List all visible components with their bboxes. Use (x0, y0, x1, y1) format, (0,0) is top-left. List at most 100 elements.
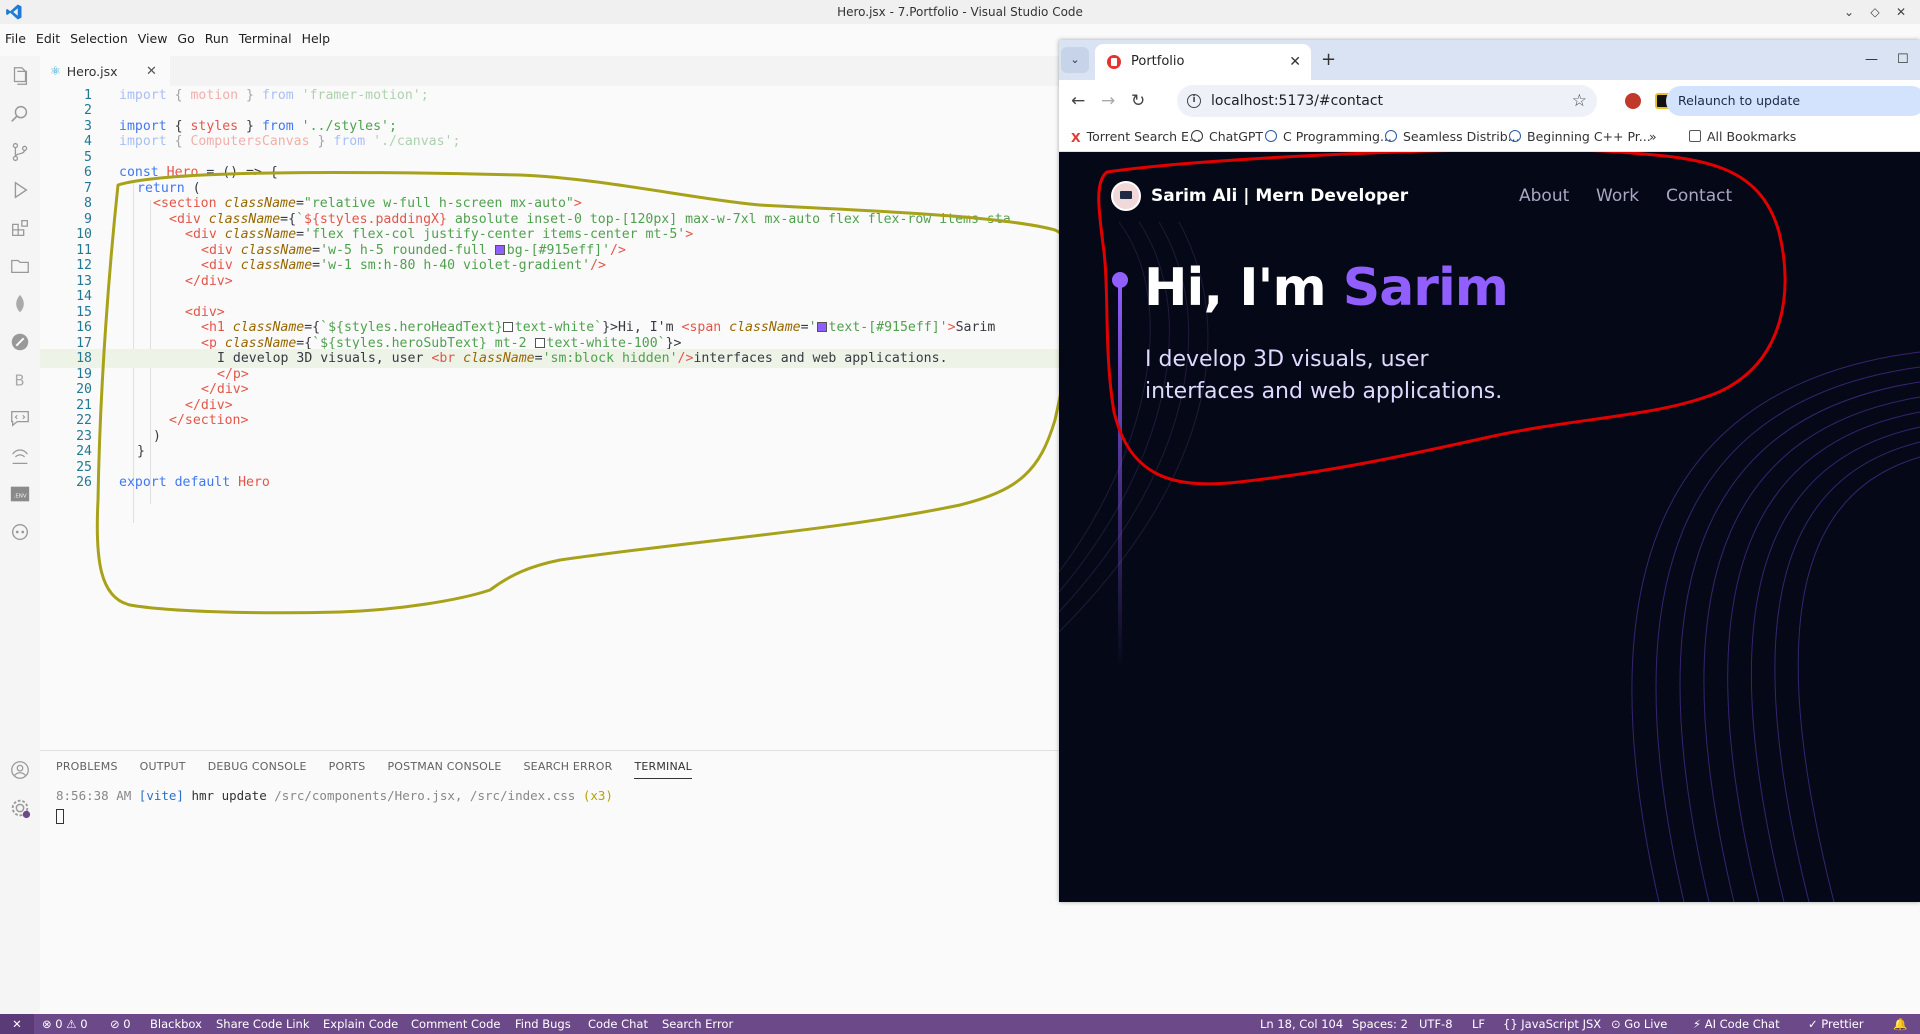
comment-code-button[interactable]: Comment Code (411, 1014, 500, 1034)
extensions-icon[interactable] (8, 216, 32, 240)
title-bar: Hero.jsx - 7.Portfolio - Visual Studio C… (0, 0, 1920, 24)
indentation[interactable]: Spaces: 2 (1352, 1014, 1408, 1034)
tab-terminal[interactable]: TERMINAL (634, 751, 692, 783)
site-brand[interactable]: Sarim Ali | Mern Developer (1151, 181, 1408, 211)
restore-icon[interactable]: ◇ (1862, 0, 1888, 24)
menu-view[interactable]: View (133, 28, 173, 50)
back-icon[interactable]: ← (1071, 80, 1085, 122)
terminal-output[interactable]: 8:56:38 AM [vite] hmr update /src/compon… (56, 787, 613, 805)
bookmarks-overflow-icon[interactable]: » (1649, 122, 1657, 152)
screen: Hero.jsx - 7.Portfolio - Visual Studio C… (0, 0, 1920, 1034)
bookmark-torrent-search[interactable]: X Torrent Search E... (1071, 122, 1201, 152)
menu-edit[interactable]: Edit (31, 28, 65, 50)
terminal-cursor (56, 809, 64, 824)
tab-output[interactable]: OUTPUT (140, 751, 186, 783)
prettier-button[interactable]: ✓ Prettier (1808, 1014, 1864, 1034)
account-icon[interactable] (8, 758, 32, 782)
status-bar: ✕ ⊗ 0 ⚠ 0 ⊘ 0 Blackbox Share Code Link E… (0, 1014, 1920, 1034)
bootstrap-b-icon[interactable]: B (8, 368, 32, 392)
menu-file[interactable]: File (0, 28, 31, 50)
relaunch-to-update-button[interactable]: Relaunch to update (1666, 86, 1920, 116)
settings-gear-icon[interactable] (8, 796, 32, 820)
bookmark-beginning-cpp[interactable]: Beginning C++ Pr... (1509, 122, 1651, 152)
close-tab-icon[interactable]: ✕ (146, 64, 157, 79)
search-icon[interactable] (8, 102, 32, 126)
github-copilot-icon[interactable] (8, 520, 32, 544)
code-chat-icon[interactable] (8, 406, 32, 430)
nav-work[interactable]: Work (1596, 181, 1639, 211)
tab-search-dropdown-icon[interactable]: ⌄ (1061, 47, 1089, 73)
tab-search-error[interactable]: SEARCH ERROR (524, 751, 613, 783)
line-ending[interactable]: LF (1472, 1014, 1485, 1034)
tab-debug-console[interactable]: DEBUG CONSOLE (208, 751, 307, 783)
activity-bar: B .ENV (0, 56, 40, 1014)
problems-count[interactable]: ⊗ 0 ⚠ 0 (42, 1014, 88, 1034)
color-swatch[interactable] (534, 338, 545, 348)
tab-postman-console[interactable]: POSTMAN CONSOLE (387, 751, 501, 783)
color-swatch[interactable] (816, 322, 827, 332)
tab-ports[interactable]: PORTS (329, 751, 366, 783)
go-live-button[interactable]: ⊙ Go Live (1611, 1014, 1667, 1034)
close-tab-icon[interactable]: ✕ (1289, 44, 1301, 80)
encoding[interactable]: UTF-8 (1419, 1014, 1453, 1034)
env-file-icon[interactable]: .ENV (8, 482, 32, 506)
code-editor[interactable]: 1 import { motion } from 'framer-motion';… (40, 86, 1060, 750)
notifications-bell-icon[interactable]: 🔔 (1893, 1014, 1907, 1034)
postman-icon[interactable] (8, 330, 32, 354)
nav-contact[interactable]: Contact (1666, 181, 1732, 211)
all-bookmarks-folder[interactable]: All Bookmarks (1689, 122, 1796, 152)
explain-code-button[interactable]: Explain Code (323, 1014, 398, 1034)
menu-help[interactable]: Help (297, 28, 336, 50)
hero-subtitle: I develop 3D visuals, user interfaces and… (1145, 347, 1503, 404)
menu-bar: File Edit Selection View Go Run Terminal… (0, 28, 335, 50)
menu-terminal[interactable]: Terminal (234, 28, 297, 50)
ports-count[interactable]: ⊘ 0 (110, 1014, 131, 1034)
explorer-icon[interactable] (8, 64, 32, 88)
browser-minimize-icon[interactable]: — (1865, 52, 1878, 67)
panel-tabs: PROBLEMS OUTPUT DEBUG CONSOLE PORTS POST… (56, 751, 714, 783)
bookmark-c-programming[interactable]: C Programming... (1265, 122, 1392, 152)
mongodb-leaf-icon[interactable] (8, 292, 32, 316)
bookmark-chatgpt[interactable]: ChatGPT (1191, 122, 1263, 152)
ai-code-chat-button[interactable]: ⚡ AI Code Chat (1693, 1014, 1780, 1034)
folder-icon[interactable] (8, 254, 32, 278)
source-control-icon[interactable] (8, 140, 32, 164)
menu-go[interactable]: Go (172, 28, 199, 50)
ublock-icon[interactable] (1625, 93, 1641, 109)
reload-icon[interactable]: ↻ (1131, 80, 1145, 122)
cursor-position[interactable]: Ln 18, Col 104 (1260, 1014, 1343, 1034)
tab-problems[interactable]: PROBLEMS (56, 751, 118, 783)
site-logo[interactable] (1111, 181, 1141, 211)
bookmarks-bar: X Torrent Search E... ChatGPT C Programmi… (1059, 122, 1920, 152)
find-bugs-button[interactable]: Find Bugs (515, 1014, 571, 1034)
run-debug-icon[interactable] (8, 178, 32, 202)
bookmark-star-icon[interactable]: ☆ (1572, 85, 1587, 117)
address-bar[interactable]: i localhost:5173/#contact ☆ (1177, 85, 1597, 117)
language-mode[interactable]: {} JavaScript JSX (1503, 1014, 1601, 1034)
browser-tab-portfolio[interactable]: Portfolio ✕ (1095, 44, 1311, 80)
remote-explorer-icon[interactable] (8, 444, 32, 468)
menu-run[interactable]: Run (200, 28, 234, 50)
minimize-icon[interactable]: ⌄ (1836, 0, 1862, 24)
search-error-button[interactable]: Search Error (662, 1014, 733, 1034)
color-swatch[interactable] (502, 322, 513, 332)
code-chat-button[interactable]: Code Chat (588, 1014, 648, 1034)
browser-tab-title: Portfolio (1131, 54, 1185, 69)
react-icon: ⚛ (50, 64, 61, 78)
code-line: 26 export default Hero (76, 475, 270, 490)
bookmark-seamless-distrib[interactable]: Seamless Distrib... (1385, 122, 1520, 152)
forward-icon[interactable]: → (1101, 80, 1115, 122)
color-swatch[interactable] (494, 245, 505, 255)
browser-maximize-icon[interactable]: ☐ (1897, 52, 1909, 67)
blackbox-button[interactable]: Blackbox (150, 1014, 202, 1034)
editor-tab-bar: ⚛ Hero.jsx ✕ (40, 56, 1060, 86)
site-info-icon[interactable]: i (1187, 94, 1201, 108)
close-window-icon[interactable]: ✕ (1888, 0, 1914, 24)
tab-hero-jsx[interactable]: ⚛ Hero.jsx ✕ (40, 56, 170, 86)
new-tab-icon[interactable]: + (1321, 47, 1336, 73)
share-code-link-button[interactable]: Share Code Link (216, 1014, 310, 1034)
menu-selection[interactable]: Selection (65, 28, 133, 50)
window-title: Hero.jsx - 7.Portfolio - Visual Studio C… (837, 5, 1083, 19)
nav-about[interactable]: About (1519, 181, 1569, 211)
remote-indicator-icon[interactable]: ✕ (0, 1014, 34, 1034)
